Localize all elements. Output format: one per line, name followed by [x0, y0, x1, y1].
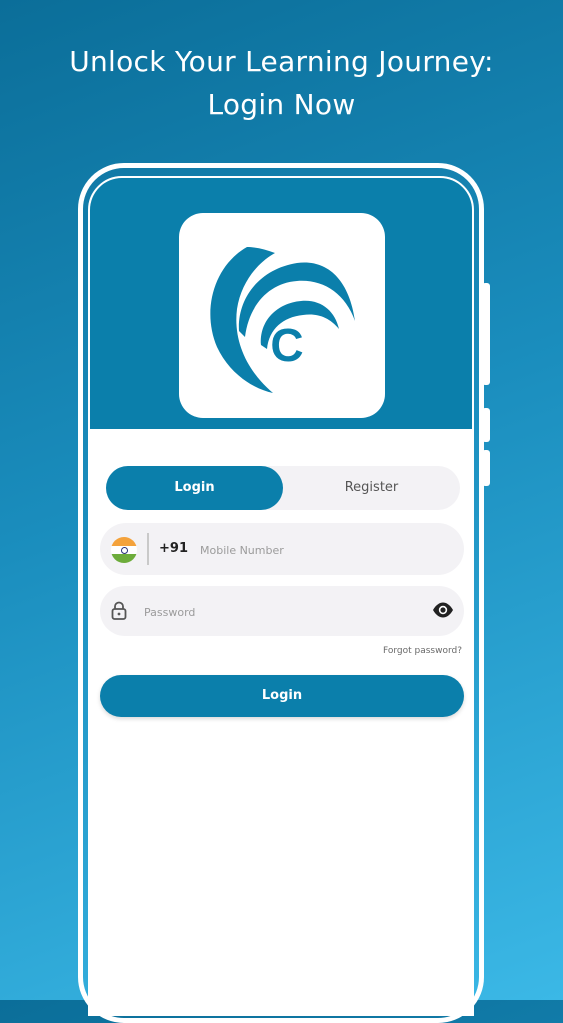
login-button[interactable]: Login	[100, 675, 464, 717]
app-logo: C	[179, 213, 385, 418]
auth-tabs: Login Register	[106, 466, 460, 510]
mobile-number-input[interactable]	[198, 523, 452, 577]
phone-side-button-volume-up	[482, 408, 490, 442]
phone-side-button-volume-down	[482, 450, 490, 486]
country-code[interactable]: +91	[159, 523, 188, 575]
screen-header: C	[90, 178, 472, 429]
eye-icon[interactable]	[432, 601, 454, 619]
lock-icon	[111, 601, 127, 620]
logo-letter: C	[270, 319, 303, 371]
app-logo-icon: C	[210, 247, 355, 393]
headline-line-1: Unlock Your Learning Journey:	[69, 45, 494, 78]
headline-line-2: Login Now	[207, 88, 356, 121]
tab-register[interactable]: Register	[283, 466, 460, 510]
forgot-password-link[interactable]: Forgot password?	[383, 646, 462, 656]
password-input[interactable]	[142, 586, 416, 638]
headline: Unlock Your Learning Journey: Login Now	[0, 40, 563, 126]
country-code-divider	[147, 533, 149, 565]
tab-login[interactable]: Login	[106, 466, 283, 510]
password-field	[100, 586, 464, 638]
phone-screen: C Login Register +91 Forg	[88, 176, 474, 1016]
phone-side-button-power	[482, 283, 490, 385]
india-flag-icon	[111, 537, 137, 563]
mobile-field: +91	[100, 523, 464, 577]
